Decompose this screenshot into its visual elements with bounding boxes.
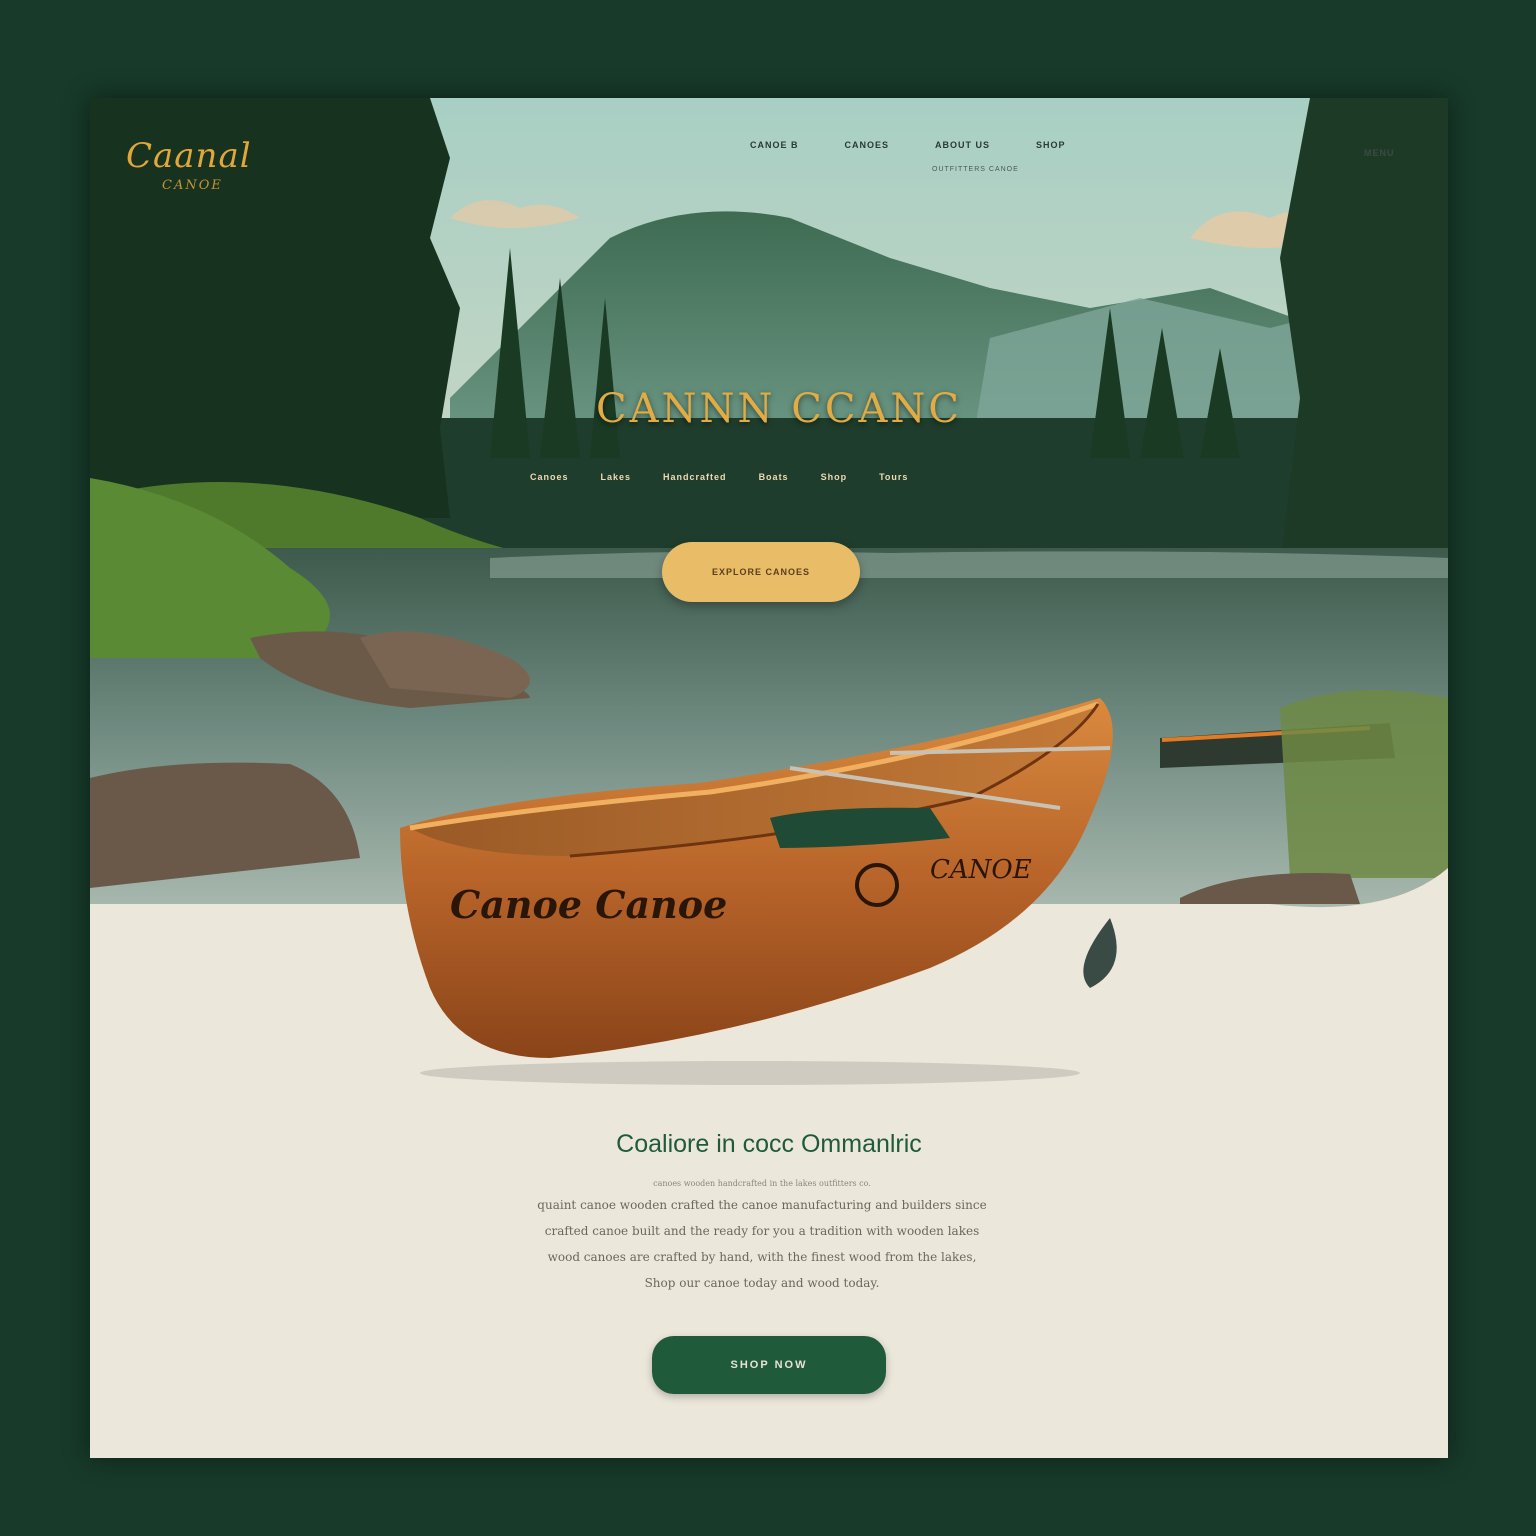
description-line: wood canoes are crafted by hand, with th… [547,1250,977,1264]
explore-button[interactable]: EXPLORE CANOES [662,542,860,602]
hero-tag: Handcrafted [663,472,727,482]
hero-tag: Tours [879,472,909,482]
nav-item-3[interactable]: ABOUT US [935,140,990,150]
menu-link[interactable]: MENU [1364,148,1395,158]
hero-tag-list: Canoes Lakes Handcrafted Boats Shop Tour… [530,472,908,482]
description-line: crafted canoe built and the ready for yo… [544,1224,980,1238]
description-line: Shop our canoe today and wood today. [644,1276,880,1290]
top-nav: CANOE B CANOES ABOUT US SHOP [750,140,1066,150]
hero-tag: Boats [758,472,789,482]
hero-tag: Canoes [530,472,569,482]
hero-title: CANNN CCANC [596,386,962,432]
description-line: canoes wooden handcrafted in the lakes o… [653,1179,871,1188]
brand-logo[interactable]: Caanal [126,136,252,176]
nav-item-4[interactable]: SHOP [1036,140,1066,150]
canoe-hull-text: Canoe Canoe [450,882,727,927]
hero-tag: Shop [820,472,848,482]
shop-now-button[interactable]: SHOP NOW [652,1336,886,1394]
nav-item-2[interactable]: CANOES [845,140,890,150]
nav-item-1[interactable]: CANOE B [750,140,799,150]
nav-subtext: OUTFITTERS CANOE [932,166,1019,173]
hero-tag: Lakes [600,472,632,482]
section-title: Coaliore in cocc Ommanlric [616,1130,922,1158]
brand-logo-subtext: CANOE [162,178,223,193]
landing-page: Caanal CANOE CANOE B CANOES ABOUT US SHO… [90,98,1448,1458]
section-description: canoes wooden handcrafted in the lakes o… [462,1176,1062,1296]
description-line: quaint canoe wooden crafted the canoe ma… [537,1198,987,1212]
canoe-stern-text: CANOE [930,855,1032,885]
canoe-image: Canoe Canoe CANOE [400,698,1117,1085]
